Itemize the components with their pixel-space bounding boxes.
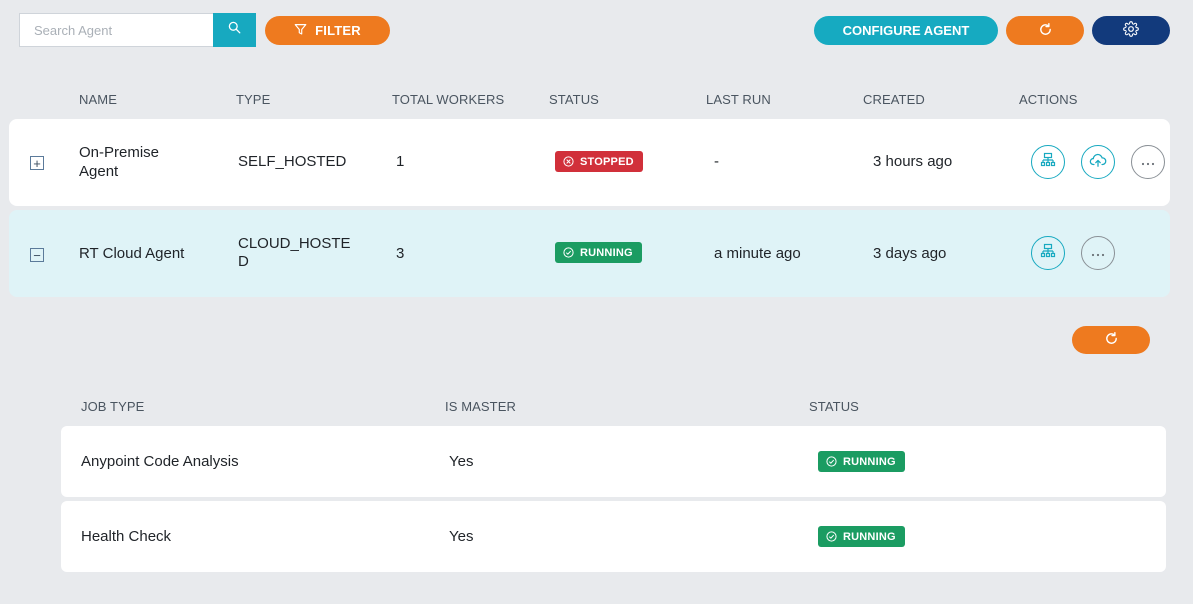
filter-button[interactable]: FILTER xyxy=(265,16,390,45)
more-icon xyxy=(1140,153,1156,171)
check-circle-icon xyxy=(826,531,837,542)
agent-name: RT Cloud Agent xyxy=(79,245,185,262)
status-label: RUNNING xyxy=(843,530,896,543)
header-actions: ACTIONS xyxy=(1019,92,1078,107)
job-type: Anypoint Code Analysis xyxy=(81,453,239,470)
header-job-type: JOB TYPE xyxy=(81,399,145,414)
header-created: CREATED xyxy=(863,92,925,107)
minus-icon: − xyxy=(33,247,41,263)
agent-created: 3 days ago xyxy=(873,245,947,262)
cloud-upload-icon xyxy=(1089,151,1107,174)
status-badge: RUNNING xyxy=(818,526,905,547)
status-badge: RUNNING xyxy=(555,242,642,263)
search-icon xyxy=(228,21,241,39)
agent-last-run: - xyxy=(714,153,719,170)
agent-type: CLOUD_HOSTED xyxy=(238,235,351,270)
check-circle-icon xyxy=(826,456,837,467)
check-circle-icon xyxy=(563,247,574,258)
agent-total-workers: 1 xyxy=(396,153,405,170)
job-type: Health Check xyxy=(81,528,172,545)
header-job-status: STATUS xyxy=(809,399,859,414)
status-label: STOPPED xyxy=(580,155,634,168)
plus-icon: + xyxy=(33,155,41,171)
status-badge: RUNNING xyxy=(818,451,905,472)
more-button[interactable] xyxy=(1081,236,1115,270)
search-button[interactable] xyxy=(213,13,256,47)
header-name: NAME xyxy=(79,92,117,107)
agent-last-run: a minute ago xyxy=(714,245,801,262)
header-is-master: IS MASTER xyxy=(445,399,516,414)
configure-agent-button[interactable]: CONFIGURE AGENT xyxy=(814,16,998,45)
refresh-icon xyxy=(1104,331,1119,349)
job-row xyxy=(61,501,1166,572)
deploy-button[interactable] xyxy=(1081,145,1115,179)
filter-label: FILTER xyxy=(315,23,361,38)
refresh-button[interactable] xyxy=(1006,16,1084,45)
collapse-toggle[interactable]: − xyxy=(30,248,44,262)
header-total-workers: TOTAL WORKERS xyxy=(392,92,505,107)
header-type: TYPE xyxy=(236,92,271,107)
agent-total-workers: 3 xyxy=(396,245,405,262)
settings-button[interactable] xyxy=(1092,16,1170,45)
refresh-icon xyxy=(1038,22,1053,40)
header-last-run: LAST RUN xyxy=(706,92,771,107)
hierarchy-icon xyxy=(1040,243,1056,264)
configure-agent-label: CONFIGURE AGENT xyxy=(842,23,970,38)
status-label: RUNNING xyxy=(843,455,896,468)
agent-name: On-Premise Agent xyxy=(79,144,160,180)
search-input[interactable] xyxy=(19,13,213,47)
workers-button[interactable] xyxy=(1031,236,1065,270)
header-status: STATUS xyxy=(549,92,599,107)
hierarchy-icon xyxy=(1040,152,1056,173)
filter-icon xyxy=(294,23,307,39)
workers-button[interactable] xyxy=(1031,145,1065,179)
x-circle-icon xyxy=(563,156,574,167)
agent-type: SELF_HOSTED xyxy=(238,153,347,170)
job-is-master: Yes xyxy=(449,528,474,545)
jobs-refresh-button[interactable] xyxy=(1072,326,1150,354)
expand-toggle[interactable]: + xyxy=(30,156,44,170)
agent-created: 3 hours ago xyxy=(873,153,953,170)
more-button[interactable] xyxy=(1131,145,1165,179)
gear-icon xyxy=(1123,21,1139,40)
job-is-master: Yes xyxy=(449,453,474,470)
status-label: RUNNING xyxy=(580,246,633,259)
more-icon xyxy=(1090,244,1106,262)
status-badge: STOPPED xyxy=(555,151,643,172)
